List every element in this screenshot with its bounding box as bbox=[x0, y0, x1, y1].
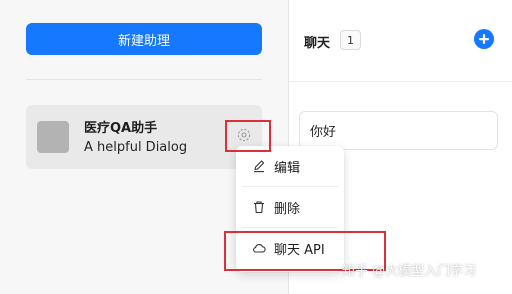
assistant-avatar bbox=[37, 121, 69, 153]
assistant-card[interactable]: 医疗QA助手 A helpful Dialog bbox=[26, 105, 262, 169]
conversation-item[interactable]: 你好 bbox=[299, 111, 498, 150]
cloud-icon bbox=[252, 241, 266, 255]
chat-divider bbox=[289, 81, 512, 82]
assistant-options-menu: 编辑 删除 聊天 API bbox=[236, 146, 344, 272]
chat-count-badge: 1 bbox=[340, 30, 361, 50]
assistant-name: 医疗QA助手 bbox=[84, 121, 158, 136]
assistant-description: A helpful Dialog bbox=[84, 140, 188, 155]
chat-title: 聊天 bbox=[304, 36, 331, 51]
menu-divider bbox=[242, 227, 338, 228]
new-assistant-button[interactable]: 新建助理 bbox=[26, 23, 262, 55]
menu-item-chat-api[interactable]: 聊天 API bbox=[236, 233, 344, 263]
menu-item-edit[interactable]: 编辑 bbox=[236, 151, 344, 181]
menu-item-label: 聊天 API bbox=[274, 242, 325, 258]
edit-icon bbox=[252, 159, 266, 173]
settings-icon[interactable] bbox=[234, 125, 254, 145]
menu-item-label: 删除 bbox=[274, 201, 301, 217]
menu-item-delete[interactable]: 删除 bbox=[236, 192, 344, 222]
menu-divider bbox=[242, 186, 338, 187]
watermark: 知乎 @大模型入门学习 bbox=[342, 264, 477, 279]
add-chat-icon[interactable] bbox=[473, 28, 495, 50]
sidebar-divider bbox=[26, 79, 262, 80]
menu-item-label: 编辑 bbox=[274, 160, 301, 176]
trash-icon bbox=[252, 200, 266, 214]
